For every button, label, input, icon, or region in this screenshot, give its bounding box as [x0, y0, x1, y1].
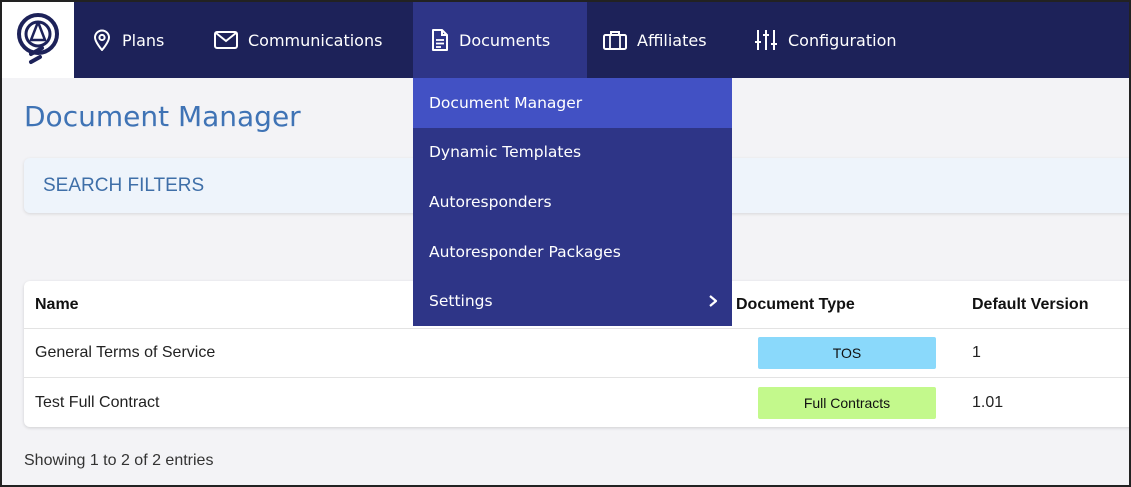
- table-entries-info: Showing 1 to 2 of 2 entries: [24, 452, 214, 469]
- nav-plans-label: Plans: [122, 30, 165, 50]
- document-type-badge: Full Contracts: [758, 386, 936, 419]
- menu-item-dynamic-templates[interactable]: Dynamic Templates: [413, 128, 732, 178]
- sliders-icon: [755, 30, 777, 50]
- menu-item-label: Dynamic Templates: [429, 143, 582, 162]
- nav-affiliates-label: Affiliates: [637, 30, 707, 50]
- nav-affiliates[interactable]: Affiliates: [603, 2, 707, 78]
- nav-configuration-label: Configuration: [788, 30, 897, 50]
- menu-item-label: Settings: [429, 292, 493, 311]
- column-header-document-type[interactable]: Document Type: [736, 281, 855, 328]
- menu-item-label: Autoresponders: [429, 192, 552, 211]
- column-header-name[interactable]: Name: [35, 281, 79, 328]
- menu-item-document-manager[interactable]: Document Manager: [413, 78, 732, 128]
- menu-item-settings[interactable]: Settings: [413, 276, 732, 326]
- page-title: Document Manager: [24, 100, 301, 133]
- column-header-default-version[interactable]: Default Version: [972, 281, 1088, 328]
- mail-icon: [214, 31, 238, 49]
- chevron-right-icon: [709, 295, 718, 308]
- search-filters-label: SEARCH FILTERS: [43, 175, 205, 196]
- cell-name: General Terms of Service: [35, 344, 216, 361]
- cell-document-type: TOS: [758, 329, 936, 377]
- app-frame: Plans Communications Documents Affiliate…: [0, 0, 1131, 487]
- cell-default-version: 1: [972, 344, 981, 361]
- nav-documents[interactable]: Documents: [413, 2, 587, 78]
- nav-documents-label: Documents: [459, 30, 551, 50]
- document-icon: [432, 29, 448, 51]
- nav-plans[interactable]: Plans: [92, 2, 164, 78]
- briefcase-icon: [603, 31, 627, 50]
- table-row[interactable]: Test Full Contract Full Contracts 1.01: [24, 378, 1129, 427]
- menu-item-autoresponder-packages[interactable]: Autoresponder Packages: [413, 227, 732, 277]
- table-row[interactable]: General Terms of Service TOS 1: [24, 329, 1129, 378]
- menu-item-label: Autoresponder Packages: [429, 242, 621, 261]
- nav-communications[interactable]: Communications: [214, 2, 382, 78]
- top-nav: Plans Communications Documents Affiliate…: [2, 2, 1129, 78]
- documents-dropdown-menu: Document Manager Dynamic Templates Autor…: [413, 78, 732, 326]
- logo-icon: [17, 13, 59, 64]
- document-type-badge: TOS: [758, 337, 936, 369]
- cell-document-type: Full Contracts: [758, 378, 936, 427]
- map-pin-icon: [93, 29, 111, 51]
- menu-item-autoresponders[interactable]: Autoresponders: [413, 177, 732, 227]
- nav-communications-label: Communications: [248, 30, 383, 50]
- cell-default-version: 1.01: [972, 393, 1004, 411]
- cell-name: Test Full Contract: [35, 393, 160, 411]
- menu-item-label: Document Manager: [429, 93, 583, 112]
- nav-configuration[interactable]: Configuration: [754, 2, 897, 78]
- logo[interactable]: [2, 2, 74, 78]
